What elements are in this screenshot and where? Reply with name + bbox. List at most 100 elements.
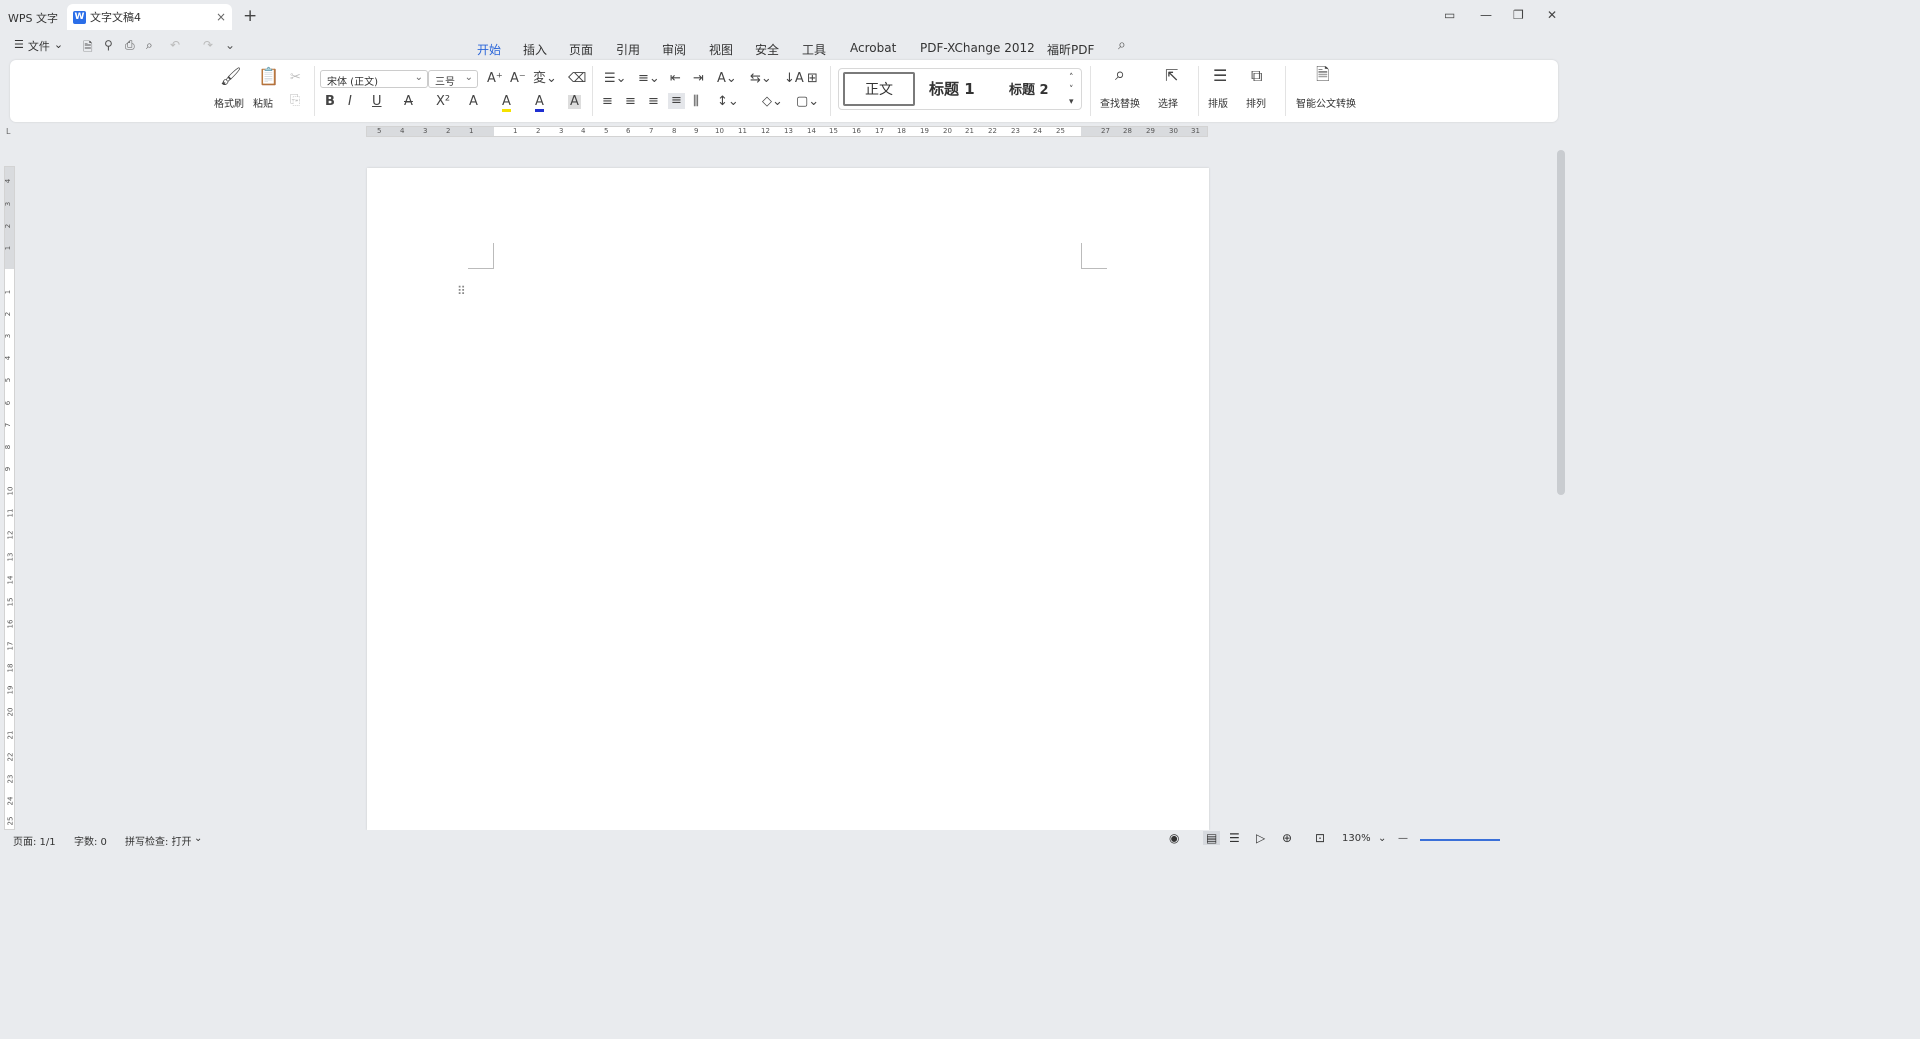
tab-tools[interactable]: 工具 (802, 39, 826, 60)
zoom-out-icon[interactable]: — (1398, 833, 1408, 844)
line-spacing-icon[interactable]: ↕⌄ (717, 95, 739, 109)
tab-acrobat[interactable]: Acrobat (850, 39, 896, 57)
more-styles-icon[interactable]: ▾ (1069, 95, 1074, 109)
ruler-number: 16 (6, 619, 15, 629)
cut-icon[interactable]: ✂ (290, 71, 301, 85)
tab-security[interactable]: 安全 (755, 39, 779, 60)
copy-icon[interactable]: ⎘ (290, 94, 300, 108)
distributed-align-icon[interactable]: ⫼ (693, 95, 699, 109)
align-left-icon[interactable]: ≡ (602, 95, 613, 109)
text-effect-button[interactable]: A (469, 95, 478, 109)
page-view-icon[interactable]: ▤ (1203, 831, 1221, 845)
tab-insert[interactable]: 插入 (523, 39, 547, 60)
tab-review[interactable]: 审阅 (662, 39, 686, 60)
grow-font-icon[interactable]: A⁺ (487, 72, 503, 86)
fit-page-icon[interactable]: ⊡ (1315, 831, 1325, 845)
font-color-button[interactable]: A (535, 95, 544, 112)
document-page[interactable]: ⠿ (367, 168, 1209, 830)
superscript-button[interactable]: X² (436, 95, 450, 109)
minimize-icon[interactable]: — (1480, 8, 1492, 22)
undo-icon[interactable]: ↶ (170, 38, 180, 52)
italic-button[interactable]: I (348, 95, 352, 109)
vertical-scrollbar[interactable] (1557, 150, 1565, 495)
ruler-number: 10 (715, 127, 724, 135)
paste-button[interactable]: 粘贴 (253, 95, 273, 110)
align-right-icon[interactable]: ≡ (648, 95, 659, 109)
web-view-icon[interactable]: ⊕ (1282, 831, 1292, 845)
style-heading-2[interactable]: 标题 2 (1009, 79, 1049, 98)
borders-icon[interactable]: ▢⌄ (796, 95, 819, 109)
show-marks-icon[interactable]: ⊞ (807, 72, 818, 86)
outline-view-icon[interactable]: ☰ (1229, 831, 1240, 845)
justify-icon[interactable]: ≡ (668, 93, 685, 109)
search-icon[interactable]: ⌕ (1118, 37, 1126, 53)
shading-icon[interactable]: ◇⌄ (762, 95, 783, 109)
find-replace-button[interactable]: 查找替换 (1100, 95, 1140, 110)
strikethrough-button[interactable]: A (404, 95, 413, 109)
file-menu-label: 文件 (27, 40, 50, 53)
sort-icon[interactable]: ↓A (784, 72, 804, 86)
highlight-button[interactable]: A (502, 95, 511, 112)
increase-indent-icon[interactable]: ⇥ (693, 72, 704, 86)
numbered-list-icon[interactable]: ≡⌄ (638, 72, 660, 86)
underline-button[interactable]: U (372, 95, 382, 109)
char-shading-button[interactable]: A (568, 95, 581, 109)
tab-references[interactable]: 引用 (616, 39, 640, 60)
zoom-slider[interactable] (1420, 839, 1500, 841)
new-tab-button[interactable]: + (243, 6, 257, 26)
font-name-select[interactable]: 宋体 (正文) ⌄ (320, 70, 428, 88)
format-painter-button[interactable]: 格式刷 (214, 95, 244, 110)
ruler-number: 2 (536, 127, 541, 135)
divider (314, 66, 315, 116)
restore-icon[interactable]: ❐ (1513, 8, 1524, 22)
link-icon[interactable]: ⚲ (104, 38, 113, 52)
tab-home[interactable]: 开始 (477, 39, 501, 63)
tab-pdf-xchange[interactable]: PDF-XChange 2012 (920, 39, 1035, 57)
ruler-number: 21 (6, 730, 15, 740)
horizontal-ruler[interactable]: 5 4 3 2 1 1 2 3 4 5 6 7 8 9 10 11 12 13 … (366, 126, 1208, 137)
print-icon[interactable]: ⎙ (125, 38, 135, 53)
layout-button[interactable]: 排版 (1208, 95, 1228, 110)
layout-window-icon[interactable]: ▭ (1444, 8, 1455, 22)
ruler-number: 5 (4, 377, 13, 383)
bullet-list-icon[interactable]: ☰⌄ (604, 72, 627, 86)
app-tab[interactable]: WPS 文字 (0, 6, 66, 28)
vertical-ruler[interactable]: 4 3 2 1 1 2 3 4 5 6 7 8 9 10 11 12 13 14… (4, 166, 15, 830)
bold-button[interactable]: B (325, 95, 335, 109)
font-size-select[interactable]: 三号 ⌄ (428, 70, 478, 88)
select-button[interactable]: 选择 (1158, 95, 1178, 110)
spell-check-status[interactable]: 拼写检查: 打开 (125, 833, 192, 848)
arrange-button[interactable]: 排列 (1246, 95, 1266, 110)
style-normal[interactable]: 正文 (843, 72, 915, 106)
tab-stop-selector[interactable]: L (6, 127, 10, 136)
tab-view[interactable]: 视图 (709, 39, 733, 60)
close-window-icon[interactable]: ✕ (1547, 8, 1557, 22)
save-icon[interactable]: 🗎 (83, 38, 93, 59)
tab-page[interactable]: 页面 (569, 39, 593, 60)
eye-protection-icon[interactable]: ◉ (1169, 831, 1179, 845)
smart-convert-button[interactable]: 智能公文转换 (1296, 95, 1356, 110)
align-center-icon[interactable]: ≡ (625, 95, 636, 109)
word-count[interactable]: 字数: 0 (74, 833, 107, 848)
shrink-font-icon[interactable]: A⁻ (510, 72, 526, 86)
redo-icon[interactable]: ↷ (203, 38, 213, 52)
file-menu[interactable]: ☰ 文件 ⌄ (14, 38, 63, 54)
ruler-number: 3 (423, 127, 428, 135)
clear-format-icon[interactable]: ⌫ (568, 72, 586, 86)
convert-icon[interactable]: ⇆⌄ (750, 72, 772, 86)
more-icon[interactable]: ⌄ (225, 38, 235, 52)
zoom-level[interactable]: 130% (1342, 833, 1371, 844)
ruler-number: 1 (4, 245, 13, 251)
ruler-number: 4 (4, 355, 13, 361)
close-tab-icon[interactable]: × (216, 10, 226, 24)
phonetic-guide-icon[interactable]: 変⌄ (533, 72, 557, 86)
document-tab[interactable]: W 文字文稿4 × (67, 4, 232, 30)
page-count[interactable]: 页面: 1/1 (13, 833, 56, 848)
reading-mode-icon[interactable]: ▷ (1256, 831, 1265, 845)
drag-handle-icon[interactable]: ⠿ (457, 284, 466, 298)
print-preview-icon[interactable]: ⌕ (146, 38, 153, 53)
text-direction-icon[interactable]: A⌄ (717, 72, 737, 86)
decrease-indent-icon[interactable]: ⇤ (670, 72, 681, 86)
tab-foxit-pdf[interactable]: 福昕PDF (1047, 39, 1094, 60)
style-heading-1[interactable]: 标题 1 (929, 78, 975, 99)
